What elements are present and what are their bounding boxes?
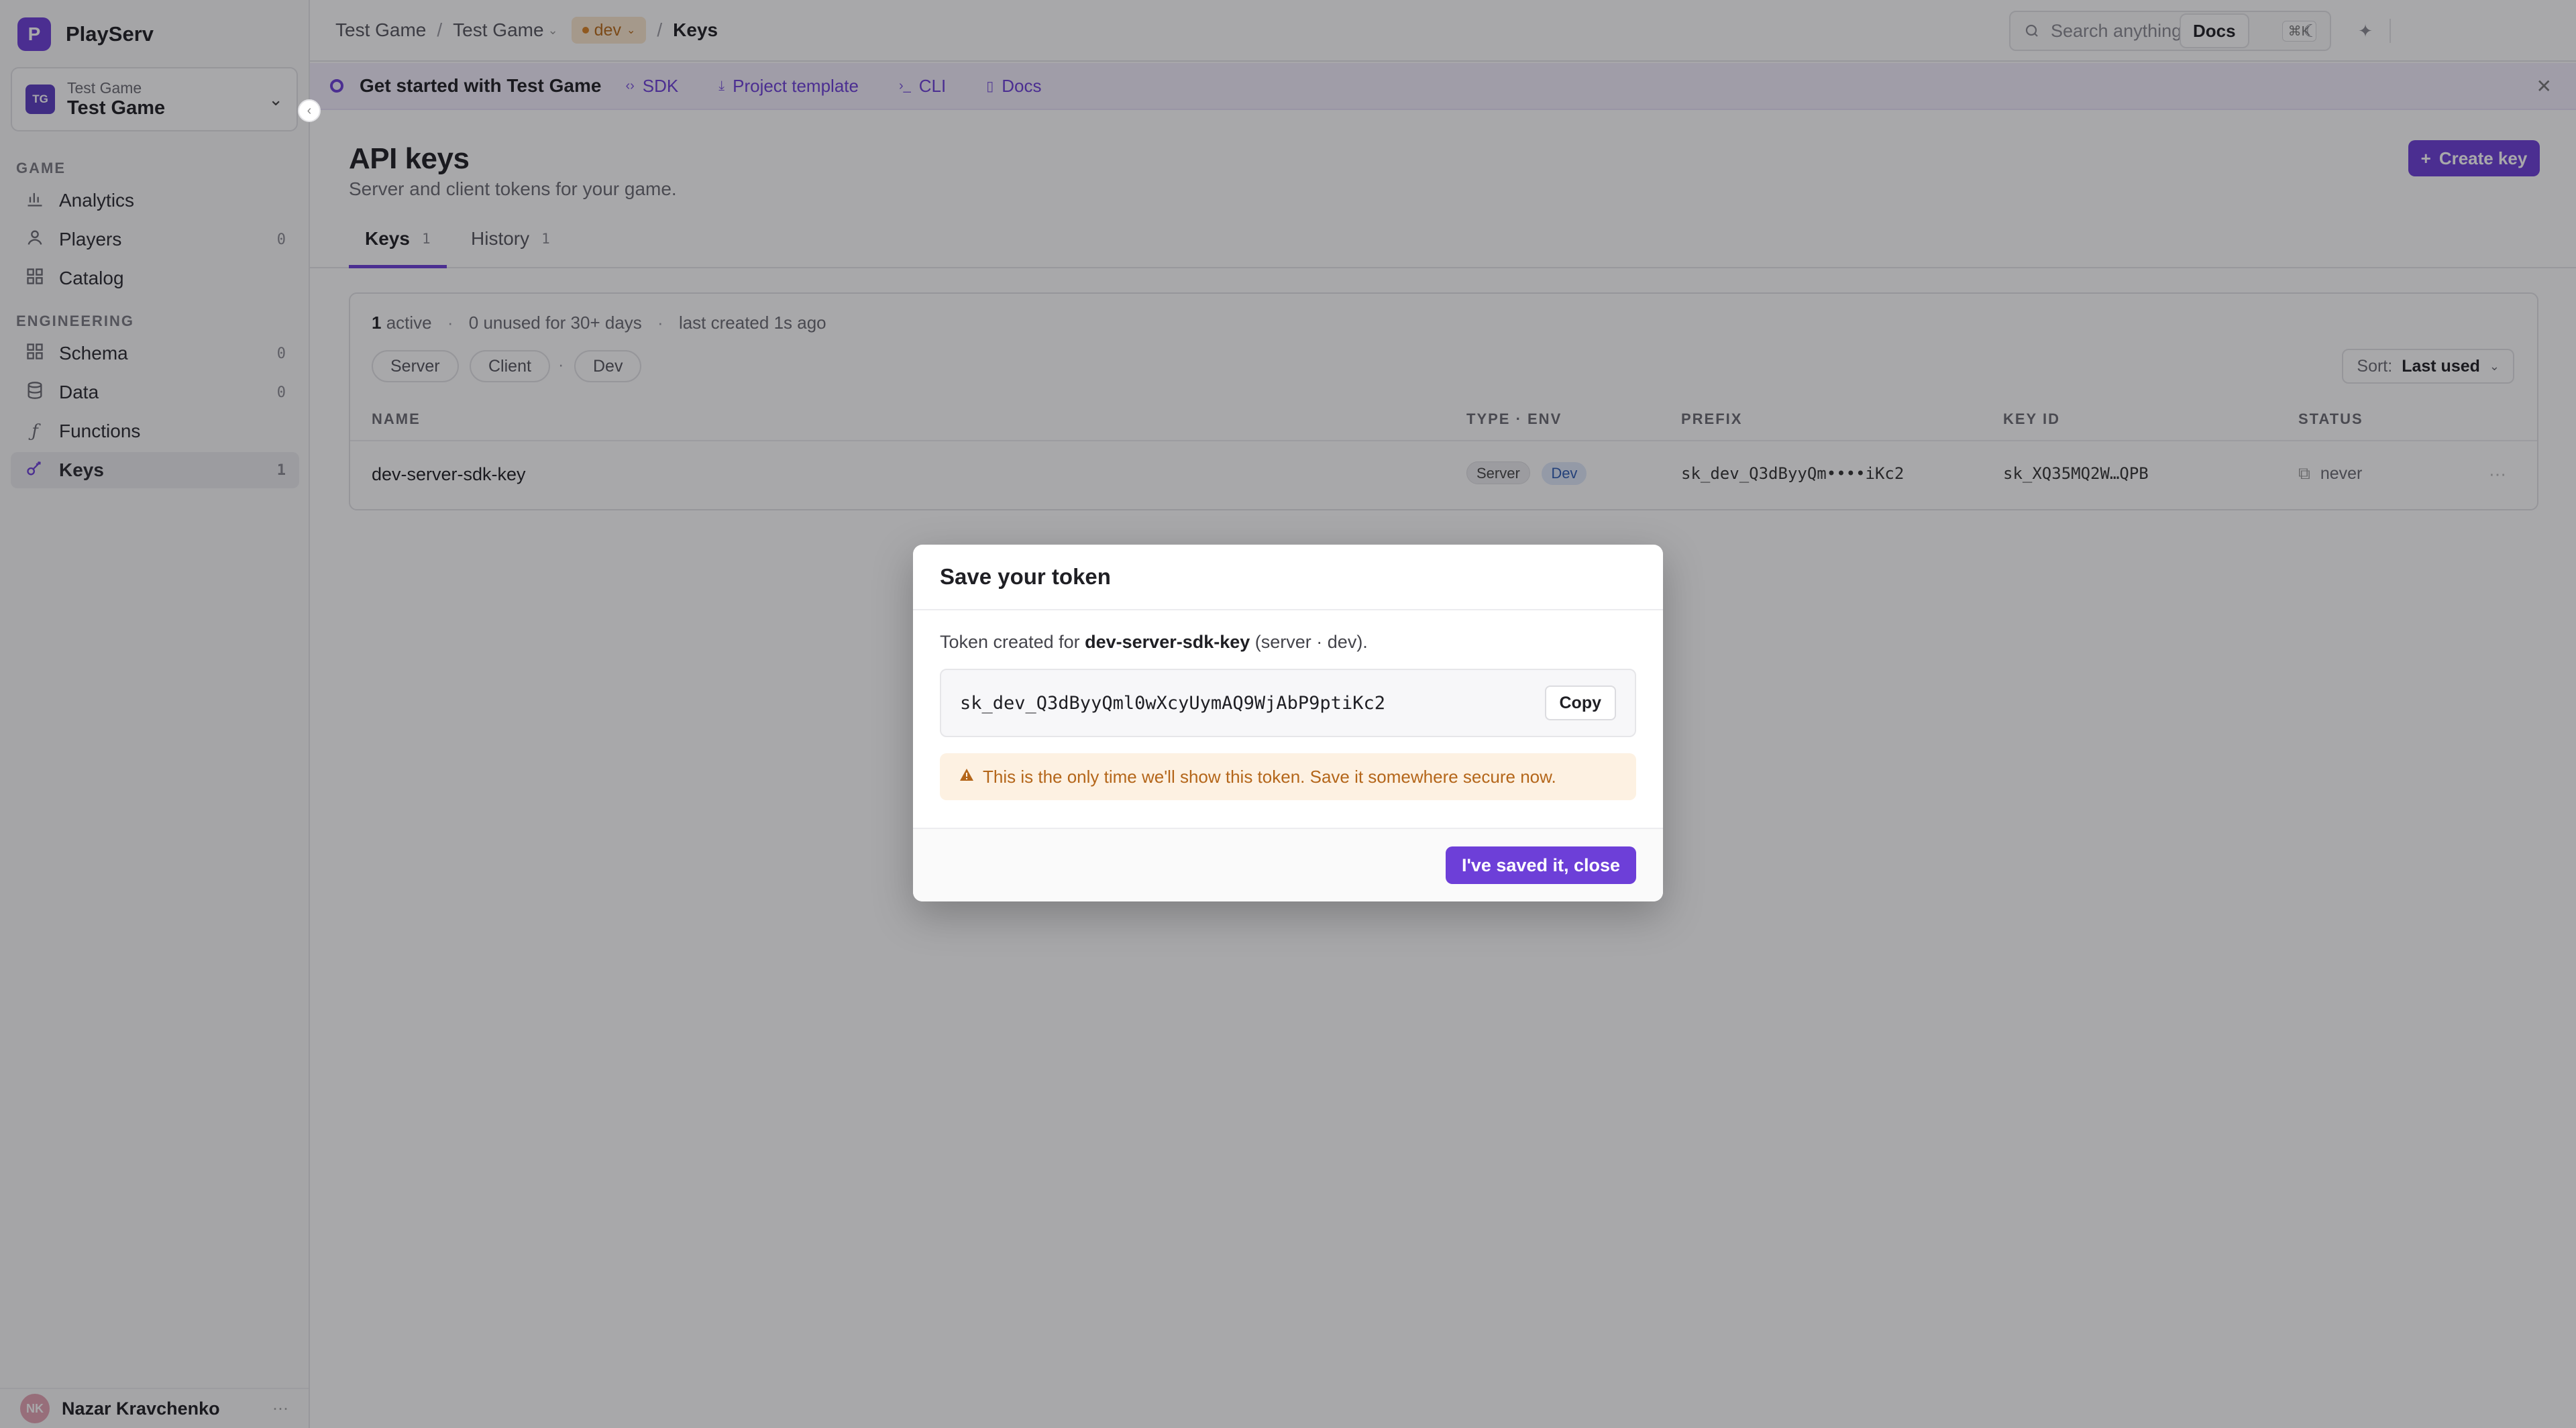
token-value[interactable]: sk_dev_Q3dByyQml0wXcyUymAQ9WjAbP9ptiKc2 <box>960 693 1545 714</box>
warning-icon <box>959 767 975 787</box>
copy-button[interactable]: Copy <box>1544 685 1616 720</box>
saved-close-button[interactable]: I've saved it, close <box>1445 846 1636 884</box>
dialog-body: Token created for dev-server-sdk-key (se… <box>913 610 1663 800</box>
desc-key-name: dev-server-sdk-key <box>1085 632 1250 652</box>
token-field[interactable]: sk_dev_Q3dByyQml0wXcyUymAQ9WjAbP9ptiKc2 … <box>940 669 1636 737</box>
dialog-description: Token created for dev-server-sdk-key (se… <box>940 632 1636 653</box>
dialog-footer: I've saved it, close <box>913 828 1663 901</box>
collapse-sidebar-button[interactable]: ‹ <box>298 99 321 122</box>
warning-callout: This is the only time we'll show this to… <box>940 753 1636 800</box>
desc-prefix: Token created for <box>940 632 1085 652</box>
dialog-header: Save your token <box>913 545 1663 610</box>
desc-suffix: (server · dev). <box>1250 632 1368 652</box>
dialog-title: Save your token <box>940 564 1111 589</box>
warning-text: This is the only time we'll show this to… <box>983 766 1556 787</box>
save-token-dialog: Save your token Token created for dev-se… <box>913 545 1663 901</box>
